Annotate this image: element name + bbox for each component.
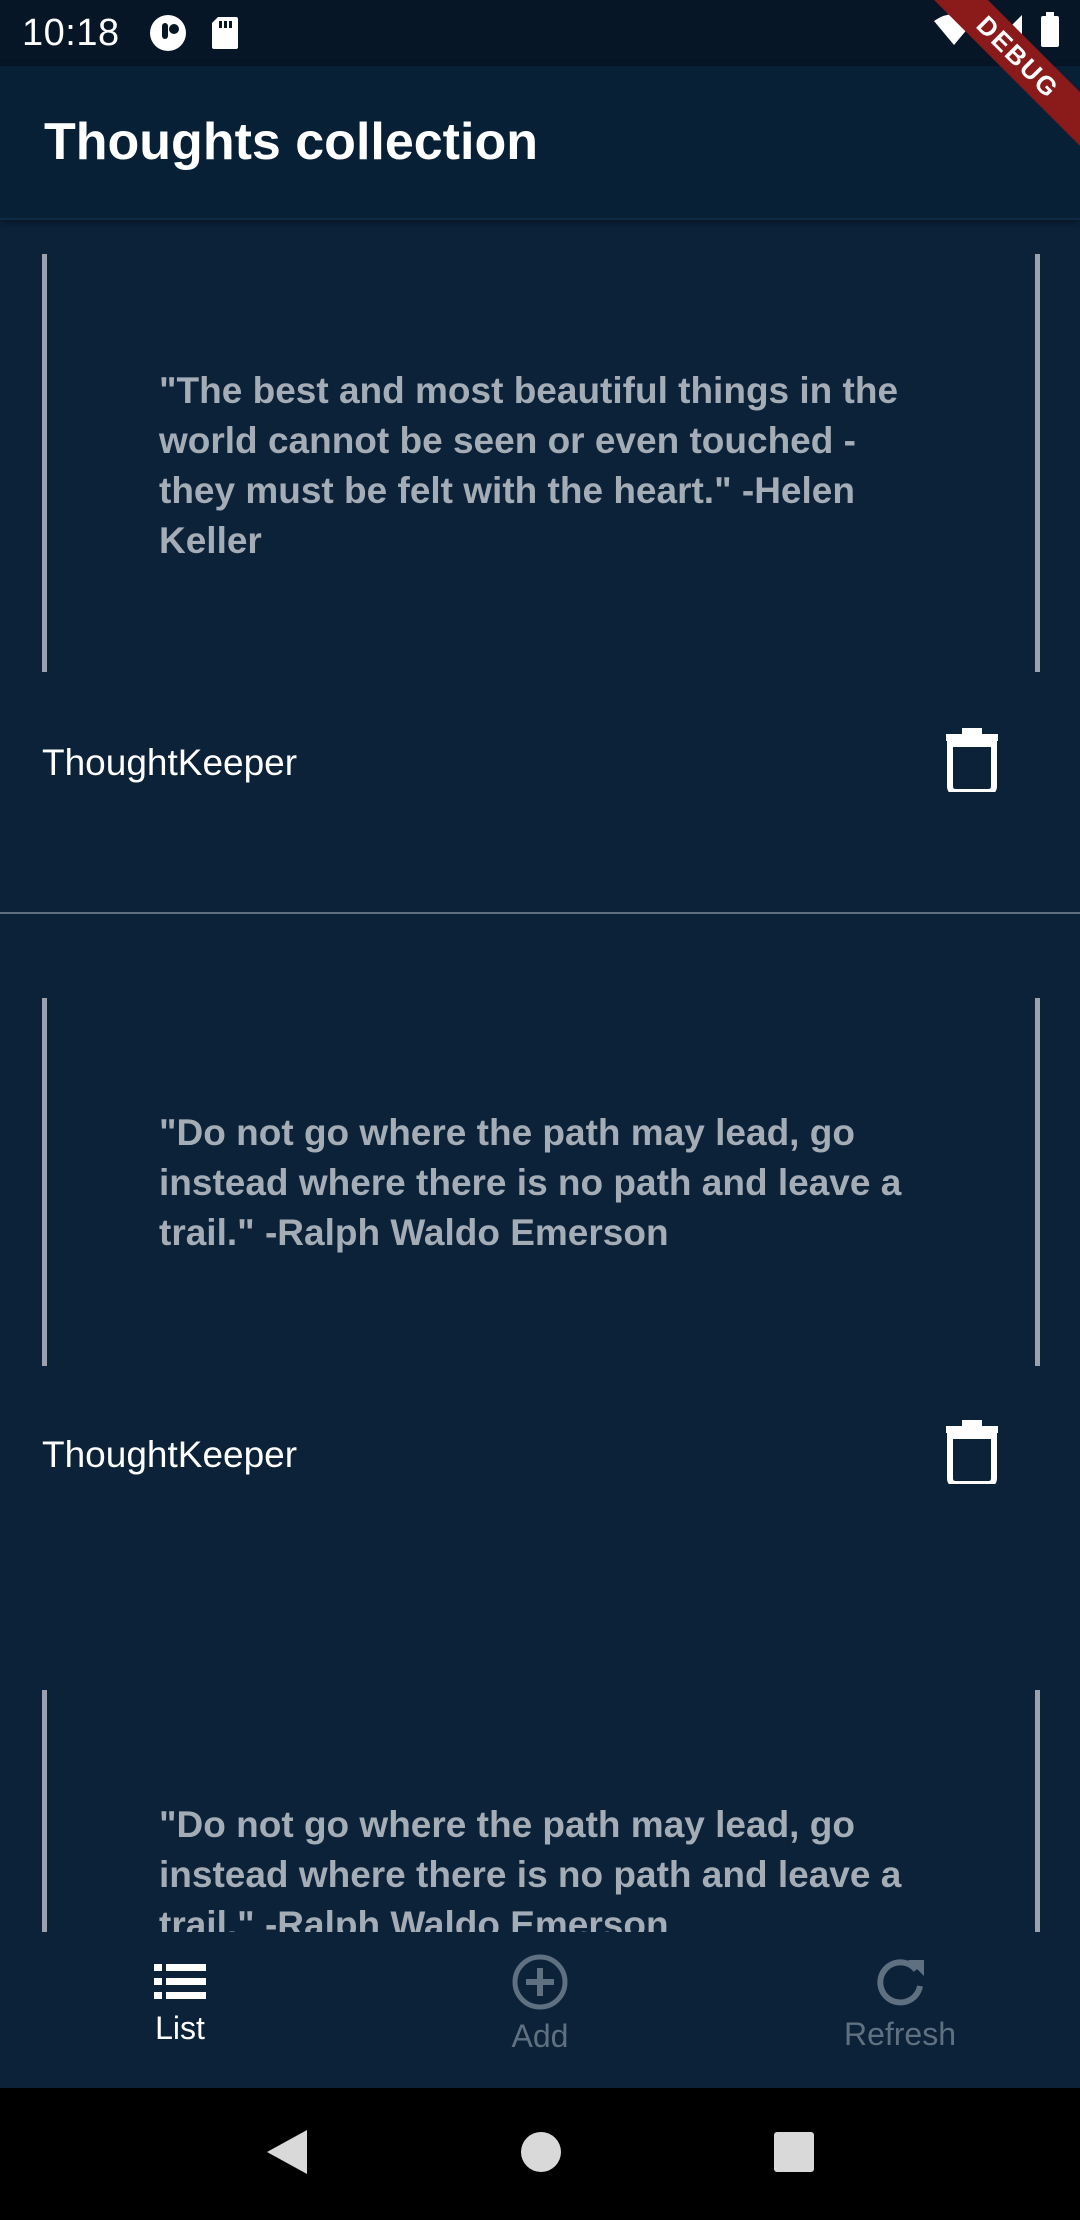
author-label: ThoughtKeeper xyxy=(42,742,298,783)
delete-button[interactable] xyxy=(940,724,1004,796)
nav-list-label: List xyxy=(155,2010,205,2046)
quote-box: "Do not go where the path may lead, go i… xyxy=(42,1690,1040,1932)
add-circle-icon xyxy=(512,1954,568,2010)
thought-card: "Do not go where the path may lead, go i… xyxy=(0,1606,1080,1932)
trash-icon xyxy=(946,1420,998,1484)
notification-app-icon xyxy=(148,13,188,53)
quote-text: "The best and most beautiful things in t… xyxy=(159,370,899,561)
sd-card-icon xyxy=(210,15,240,51)
recents-icon[interactable] xyxy=(773,2131,815,2178)
thought-card: "The best and most beautiful things in t… xyxy=(0,222,1080,912)
system-navigation-bar xyxy=(0,2088,1080,2220)
nav-add-label: Add xyxy=(511,2018,569,2054)
bottom-navigation: List Add Refresh xyxy=(0,1932,1080,2088)
page-title: Thoughts collection xyxy=(44,113,538,171)
delete-button[interactable] xyxy=(940,1416,1004,1488)
thoughts-list[interactable]: "The best and most beautiful things in t… xyxy=(0,222,1080,1932)
quote-box: "Do not go where the path may lead, go i… xyxy=(42,998,1040,1366)
nav-list[interactable]: List xyxy=(0,1932,360,2088)
author-label: ThoughtKeeper xyxy=(42,1434,298,1475)
refresh-icon xyxy=(877,1959,924,2006)
thought-card: "Do not go where the path may lead, go i… xyxy=(0,914,1080,1604)
debug-banner-label: DEBUG xyxy=(920,0,1080,156)
quote-box: "The best and most beautiful things in t… xyxy=(42,254,1040,672)
app-bar: Thoughts collection xyxy=(0,66,1080,220)
back-icon[interactable] xyxy=(265,2128,309,2181)
quote-text: "Do not go where the path may lead, go i… xyxy=(159,1112,902,1253)
nav-refresh[interactable]: Refresh xyxy=(720,1932,1080,2088)
status-time: 10:18 xyxy=(22,11,120,54)
nav-add[interactable]: Add xyxy=(360,1932,720,2088)
quote-text: "Do not go where the path may lead, go i… xyxy=(159,1804,902,1932)
nav-refresh-label: Refresh xyxy=(843,2016,957,2052)
debug-banner: DEBUG xyxy=(920,0,1080,160)
status-bar: 10:18 xyxy=(0,0,1080,66)
trash-icon xyxy=(946,728,998,792)
list-icon xyxy=(154,1964,206,1999)
home-icon[interactable] xyxy=(519,2130,563,2179)
